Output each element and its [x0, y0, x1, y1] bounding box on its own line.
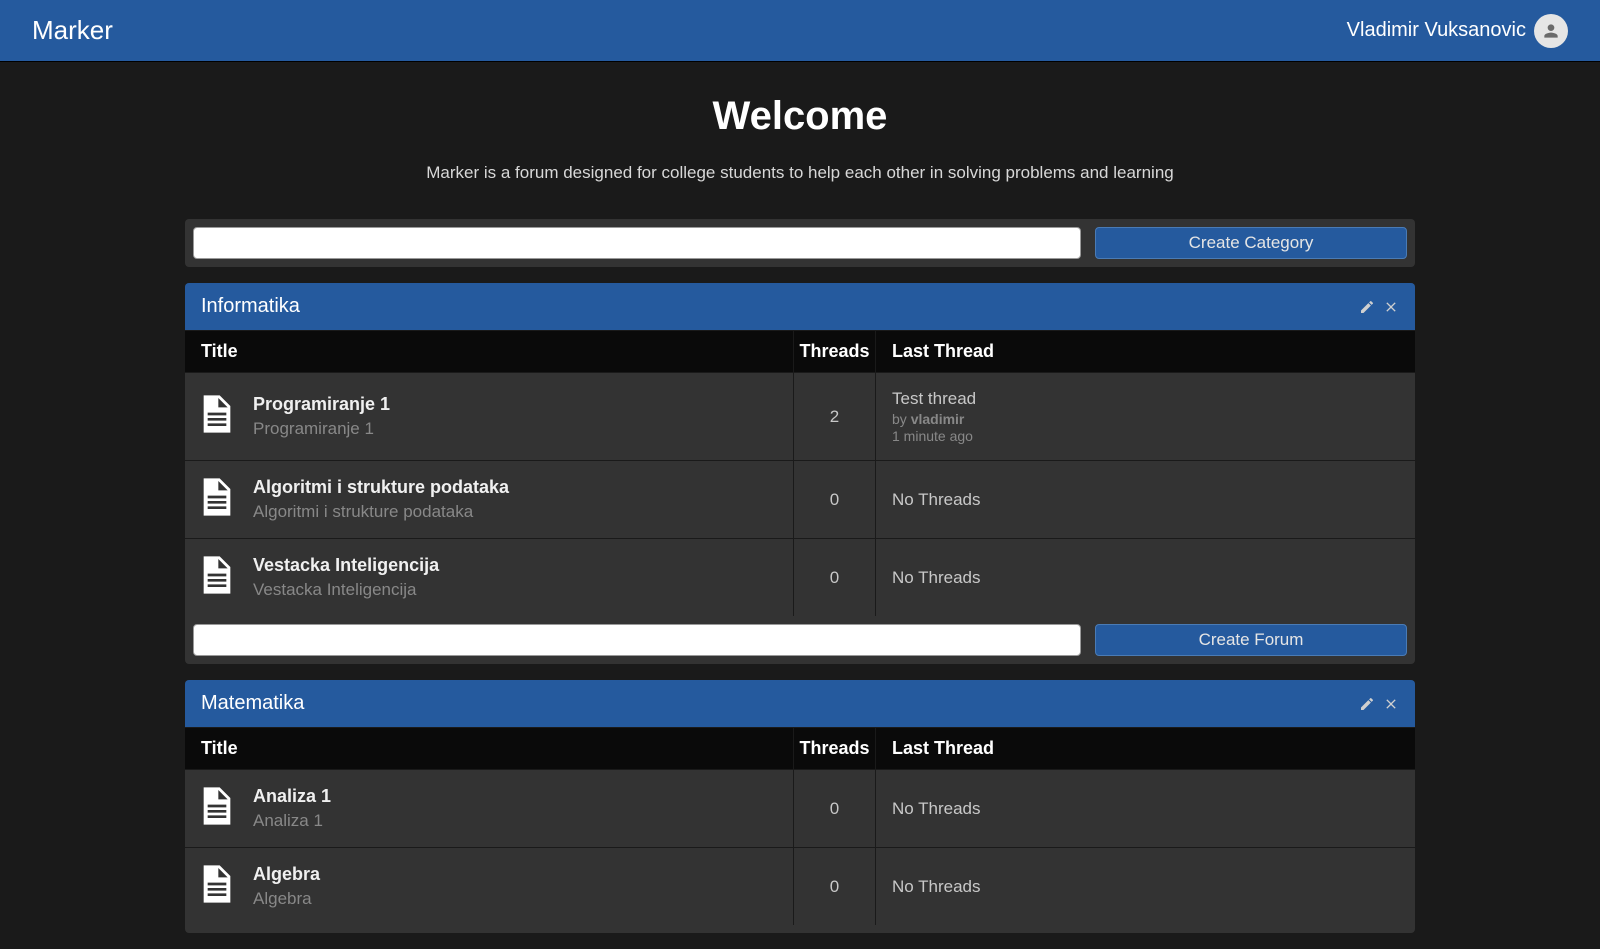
forum-link[interactable]: Algoritmi i strukture podataka [253, 477, 509, 498]
last-thread-time: 1 minute ago [892, 428, 1399, 444]
no-threads-label: No Threads [892, 877, 1399, 897]
author-link[interactable]: vladimir [911, 411, 965, 427]
thread-count: 0 [793, 461, 875, 538]
forum-link[interactable]: Programiranje 1 [253, 394, 390, 415]
create-category-button[interactable]: Create Category [1095, 227, 1407, 259]
thread-count: 2 [793, 373, 875, 460]
page-subtitle: Marker is a forum designed for college s… [20, 163, 1580, 183]
delete-category-button[interactable] [1383, 299, 1399, 315]
no-threads-label: No Threads [892, 568, 1399, 588]
category-name-input[interactable] [193, 227, 1081, 259]
category-block: Matematika Title Threads Last Thread [185, 680, 1415, 933]
forum-description: Algoritmi i strukture podataka [253, 502, 509, 522]
create-category-panel: Create Category [185, 219, 1415, 267]
category-name[interactable]: Informatika [201, 295, 300, 318]
forum-row: Analiza 1 Analiza 1 0 No Threads [185, 769, 1415, 847]
content-area: Create Category Informatika Title Thread… [165, 219, 1435, 933]
user-name-label: Vladimir Vuksanovic [1347, 19, 1526, 42]
document-icon [201, 787, 233, 830]
document-icon [201, 556, 233, 599]
forum-link[interactable]: Vestacka Inteligencija [253, 555, 439, 576]
table-header: Title Threads Last Thread [185, 330, 1415, 372]
forum-link[interactable]: Algebra [253, 864, 320, 885]
last-thread-author: by vladimir [892, 411, 1399, 427]
close-icon [1383, 299, 1399, 315]
column-last-thread: Last Thread [875, 728, 1415, 769]
forum-description: Analiza 1 [253, 811, 331, 831]
main-header: Marker Vladimir Vuksanovic [0, 0, 1600, 62]
edit-category-button[interactable] [1359, 696, 1375, 712]
forum-row: Vestacka Inteligencija Vestacka Intelige… [185, 538, 1415, 616]
thread-count: 0 [793, 770, 875, 847]
pencil-icon [1359, 299, 1375, 315]
pencil-icon [1359, 696, 1375, 712]
user-menu[interactable]: Vladimir Vuksanovic [1347, 14, 1568, 48]
person-icon [1541, 21, 1561, 41]
forum-row: Programiranje 1 Programiranje 1 2 Test t… [185, 372, 1415, 460]
document-icon [201, 865, 233, 908]
page-title: Welcome [20, 94, 1580, 139]
column-title: Title [185, 331, 793, 372]
document-icon [201, 395, 233, 438]
category-name[interactable]: Matematika [201, 692, 304, 715]
forum-description: Algebra [253, 889, 320, 909]
last-thread-title[interactable]: Test thread [892, 389, 1399, 409]
welcome-section: Welcome Marker is a forum designed for c… [0, 62, 1600, 219]
column-last-thread: Last Thread [875, 331, 1415, 372]
category-header: Matematika [185, 680, 1415, 727]
category-header: Informatika [185, 283, 1415, 330]
forum-row: Algebra Algebra 0 No Threads [185, 847, 1415, 925]
category-block: Informatika Title Threads Last Thread [185, 283, 1415, 664]
column-title: Title [185, 728, 793, 769]
app-name[interactable]: Marker [32, 15, 113, 46]
forum-name-input[interactable] [193, 624, 1081, 656]
close-icon [1383, 696, 1399, 712]
thread-count: 0 [793, 848, 875, 925]
forum-row: Algoritmi i strukture podataka Algoritmi… [185, 460, 1415, 538]
column-threads: Threads [793, 728, 875, 769]
edit-category-button[interactable] [1359, 299, 1375, 315]
avatar[interactable] [1534, 14, 1568, 48]
forum-description: Vestacka Inteligencija [253, 580, 439, 600]
delete-category-button[interactable] [1383, 696, 1399, 712]
no-threads-label: No Threads [892, 490, 1399, 510]
no-threads-label: No Threads [892, 799, 1399, 819]
forum-description: Programiranje 1 [253, 419, 390, 439]
column-threads: Threads [793, 331, 875, 372]
create-forum-button[interactable]: Create Forum [1095, 624, 1407, 656]
document-icon [201, 478, 233, 521]
table-header: Title Threads Last Thread [185, 727, 1415, 769]
forum-link[interactable]: Analiza 1 [253, 786, 331, 807]
thread-count: 0 [793, 539, 875, 616]
